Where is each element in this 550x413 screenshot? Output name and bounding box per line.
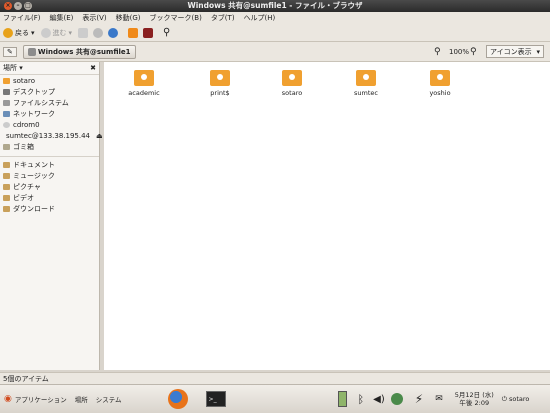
menu-bookmarks[interactable]: ブックマーク(B) <box>150 13 202 23</box>
maximize-window-button[interactable]: □ <box>24 2 32 10</box>
folder-icon <box>3 172 10 179</box>
trash-icon <box>3 143 10 150</box>
edit-location-icon[interactable]: ✎ <box>3 46 17 57</box>
shared-folder-icon <box>210 70 230 86</box>
folder-item[interactable]: academic <box>114 70 174 97</box>
network-icon <box>3 110 10 117</box>
view-mode-select[interactable]: アイコン表示 ▾ <box>486 45 544 58</box>
forward-button[interactable]: 進む ▾ <box>40 27 72 38</box>
firefox-icon[interactable] <box>167 389 188 409</box>
status-bar: 5個のアイテム <box>0 372 550 384</box>
battery-icon[interactable] <box>337 391 347 407</box>
path-button[interactable]: Windows 共有@sumfile1 <box>22 44 136 59</box>
close-sidebar-icon[interactable]: ✖ <box>90 64 96 72</box>
sidebar-item-pictures[interactable]: ピクチャ <box>0 181 99 192</box>
places-menu[interactable]: 場所 <box>75 394 88 404</box>
sidebar-item-videos[interactable]: ビデオ <box>0 192 99 203</box>
bluetooth-icon[interactable]: ᛒ <box>358 393 365 406</box>
menu-help[interactable]: ヘルプ(H) <box>244 13 276 23</box>
applications-menu[interactable]: アプリケーション <box>15 394 67 404</box>
folder-item[interactable]: sotaro <box>262 70 322 97</box>
zoom-in-icon[interactable]: ⚲ <box>470 47 477 57</box>
folder-item[interactable]: sumtec <box>336 70 396 97</box>
eject-icon[interactable]: ⏏ <box>96 132 103 140</box>
sidebar-item-network[interactable]: ネットワーク <box>0 108 99 119</box>
power-plug-icon[interactable]: ⚡ <box>415 392 423 406</box>
stop-icon[interactable] <box>93 27 104 38</box>
bottom-panel: ◉ アプリケーション 場所 システム >_ ᛒ ◀) ⚡ ✉ 5月12日 (水)… <box>0 384 550 413</box>
network-share-icon <box>27 47 36 56</box>
menu-edit[interactable]: 編集(E) <box>50 13 74 23</box>
up-icon[interactable] <box>78 27 89 38</box>
mail-icon[interactable]: ✉ <box>435 394 443 404</box>
folder-item[interactable]: yoshio <box>410 70 470 97</box>
drive-icon <box>3 99 10 106</box>
shared-folder-icon <box>430 70 450 86</box>
computer-icon[interactable] <box>143 27 154 38</box>
menu-go[interactable]: 移動(G) <box>116 13 141 23</box>
user-indicator[interactable]: ⏻ sotaro <box>502 395 530 404</box>
menu-view[interactable]: 表示(V) <box>82 13 106 23</box>
folder-item[interactable]: print$ <box>190 70 250 97</box>
ubuntu-logo-icon: ◉ <box>4 394 12 404</box>
folder-icon <box>3 194 10 201</box>
file-view: academic print$ sotaro sumtec yoshio <box>104 62 550 370</box>
sidebar: 場所 ▾ ✖ sotaro デスクトップ ファイルシステム ネットワーク cdr… <box>0 62 103 370</box>
menu-file[interactable]: ファイル(F) <box>3 13 41 23</box>
menu-bar: ファイル(F) 編集(E) 表示(V) 移動(G) ブックマーク(B) タブ(T… <box>0 12 550 24</box>
zoom-level: 100% <box>449 47 470 56</box>
zoom-out-icon[interactable]: ⚲ <box>434 47 441 57</box>
clock[interactable]: 5月12日 (水) 午後 2:09 <box>455 391 494 407</box>
shared-folder-icon <box>356 70 376 86</box>
forward-arrow-icon <box>40 27 51 38</box>
folder-icon <box>3 205 10 212</box>
sidebar-item-home[interactable]: sotaro <box>0 75 99 86</box>
sidebar-item-desktop[interactable]: デスクトップ <box>0 86 99 97</box>
home-folder-icon <box>3 77 10 84</box>
sidebar-item-remote[interactable]: sumtec@133.38.195.44 ⏏ <box>0 130 103 141</box>
folder-icon <box>3 161 10 168</box>
volume-icon[interactable]: ◀) <box>373 394 385 405</box>
sidebar-item-downloads[interactable]: ダウンロード <box>0 203 99 214</box>
folder-icon <box>3 183 10 190</box>
window-title: Windows 共有@sumfile1 - ファイル・ブラウザ <box>187 1 363 10</box>
sidebar-separator <box>0 152 99 157</box>
menu-tabs[interactable]: タブ(T) <box>211 13 235 23</box>
home-icon[interactable] <box>128 27 139 38</box>
shared-folder-icon <box>282 70 302 86</box>
sidebar-item-documents[interactable]: ドキュメント <box>0 159 99 170</box>
system-menu[interactable]: システム <box>96 394 122 404</box>
location-bar: ✎ Windows 共有@sumfile1 ⚲ 100% ⚲ アイコン表示 ▾ <box>0 42 550 62</box>
back-arrow-icon <box>3 27 13 38</box>
reload-icon[interactable] <box>108 27 119 38</box>
title-bar: × – □ Windows 共有@sumfile1 - ファイル・ブラウザ <box>0 0 550 12</box>
shared-folder-icon <box>134 70 154 86</box>
sidebar-header[interactable]: 場所 ▾ ✖ <box>0 62 99 75</box>
terminal-icon[interactable]: >_ <box>205 391 226 407</box>
close-window-button[interactable]: × <box>4 2 12 10</box>
search-icon[interactable]: ⚲ <box>163 27 170 38</box>
back-button[interactable]: 戻る ▾ <box>3 27 35 38</box>
sidebar-item-filesystem[interactable]: ファイルシステム <box>0 97 99 108</box>
sidebar-item-music[interactable]: ミュージック <box>0 170 99 181</box>
desktop-icon <box>3 88 10 95</box>
sidebar-item-cdrom[interactable]: cdrom0 <box>0 119 99 130</box>
sidebar-item-trash[interactable]: ゴミ箱 <box>0 141 99 152</box>
network-manager-icon[interactable] <box>390 393 403 405</box>
toolbar: 戻る ▾ 進む ▾ ⚲ <box>0 24 550 42</box>
minimize-window-button[interactable]: – <box>14 2 22 10</box>
disc-icon <box>3 121 10 128</box>
